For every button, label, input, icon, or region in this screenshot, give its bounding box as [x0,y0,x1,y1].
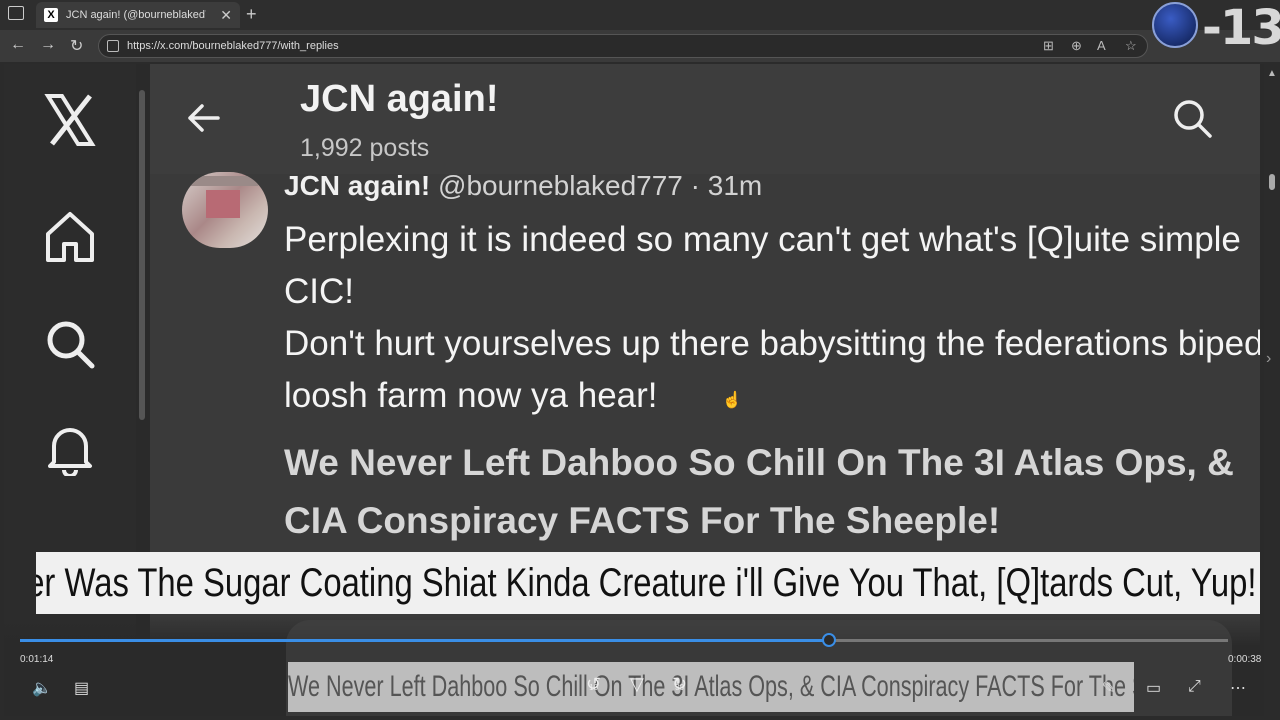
author-handle[interactable]: @bourneblaked777 [438,170,683,201]
home-icon[interactable] [42,208,98,264]
post-count: 1,992 posts [300,134,430,162]
new-tab-button[interactable]: + [246,4,257,25]
page-scrollbar[interactable]: ▲ › [1264,64,1280,715]
browser-tab-bar: X JCN again! (@bourneblaked777) / ✕ + [0,0,1280,30]
tab-close-icon[interactable]: ✕ [220,7,232,24]
volume-icon[interactable]: 🔈 [32,678,52,698]
seek-bar[interactable] [20,633,1228,647]
url-text: https://x.com/bourneblaked777/with_repli… [127,40,339,52]
play-pause-button[interactable]: ▽ [630,674,644,695]
fullscreen-icon[interactable]: ⤢ [1188,678,1201,696]
mouse-cursor-icon: ☝ [722,392,742,409]
watermark-number: -13 [1202,0,1280,56]
watermark-logo: -13 [1148,0,1280,56]
favorite-star-icon[interactable]: ☆ [1125,38,1137,54]
app-grid-icon[interactable]: ⊞ [1043,38,1054,54]
preview-caption: We Never Left Dahboo So Chill On The 3I … [288,662,1134,712]
globe-logo-icon [1152,2,1198,48]
url-field[interactable]: https://x.com/bourneblaked777/with_repli… [98,34,1148,58]
duration-time: 0:00:38 [1228,654,1262,665]
preview-caption-text: We Never Left Dahboo So Chill On The 3I … [288,670,1134,703]
refresh-icon[interactable]: ↻ [70,36,83,56]
post-body: Perplexing it is indeed so many can't ge… [284,220,1260,415]
profile-header: JCN again! 1,992 posts [150,64,1260,174]
search-icon[interactable] [1170,96,1214,140]
seek-progress [20,639,830,642]
search-icon[interactable] [42,316,98,372]
site-info-icon[interactable] [107,40,119,52]
captions-icon[interactable]: ▤ [74,678,89,698]
edit-icon[interactable]: ✎ [1102,678,1115,698]
browser-tab[interactable]: X JCN again! (@bourneblaked777) / ✕ [36,2,240,28]
rewind-label: 10 [589,683,598,692]
sidebar-scroll-thumb[interactable] [139,90,145,420]
caption-text: Never Was The Sugar Coating Shiat Kinda … [36,560,1256,605]
x-favicon-icon: X [44,8,58,22]
page-scroll-thumb[interactable] [1269,174,1275,190]
avatar[interactable] [182,172,268,248]
tab-title: JCN again! (@bourneblaked777) / [66,9,206,21]
miniplayer-icon[interactable]: ▭ [1146,678,1161,698]
back-nav-icon[interactable]: ← [10,36,26,54]
address-bar-row: ← → ↻ https://x.com/bourneblaked777/with… [0,30,1280,62]
forward-button[interactable]: ↻ 30 [672,674,687,694]
quoted-post-text[interactable]: We Never Left Dahboo So Chill On The 3I … [284,434,1260,550]
notifications-icon[interactable] [42,420,98,476]
video-caption-banner: Never Was The Sugar Coating Shiat Kinda … [36,552,1260,614]
back-arrow-icon[interactable] [184,98,224,138]
meta-separator: · [690,170,700,201]
window-menu-icon[interactable] [8,6,24,20]
more-options-icon[interactable]: ⋯ [1230,678,1246,698]
current-time: 0:01:14 [20,654,54,665]
media-player-controls: We Never Left Dahboo So Chill On The 3I … [4,616,1264,716]
read-aloud-icon[interactable]: A [1097,38,1106,53]
forward-label: 30 [675,683,684,692]
profile-name: JCN again! [300,78,499,120]
x-logo-icon[interactable] [42,92,98,148]
rewind-button[interactable]: ↺ 10 [586,674,601,694]
author-name[interactable]: JCN again! [284,170,430,201]
zoom-icon[interactable]: ⊕ [1071,38,1082,54]
scroll-up-icon[interactable]: ▲ [1267,68,1277,79]
post-time[interactable]: 31m [708,170,762,201]
chevron-right-icon[interactable]: › [1266,350,1271,368]
forward-nav-icon[interactable]: → [40,36,56,54]
post-meta: JCN again! @bourneblaked777 · 31m [284,170,762,202]
